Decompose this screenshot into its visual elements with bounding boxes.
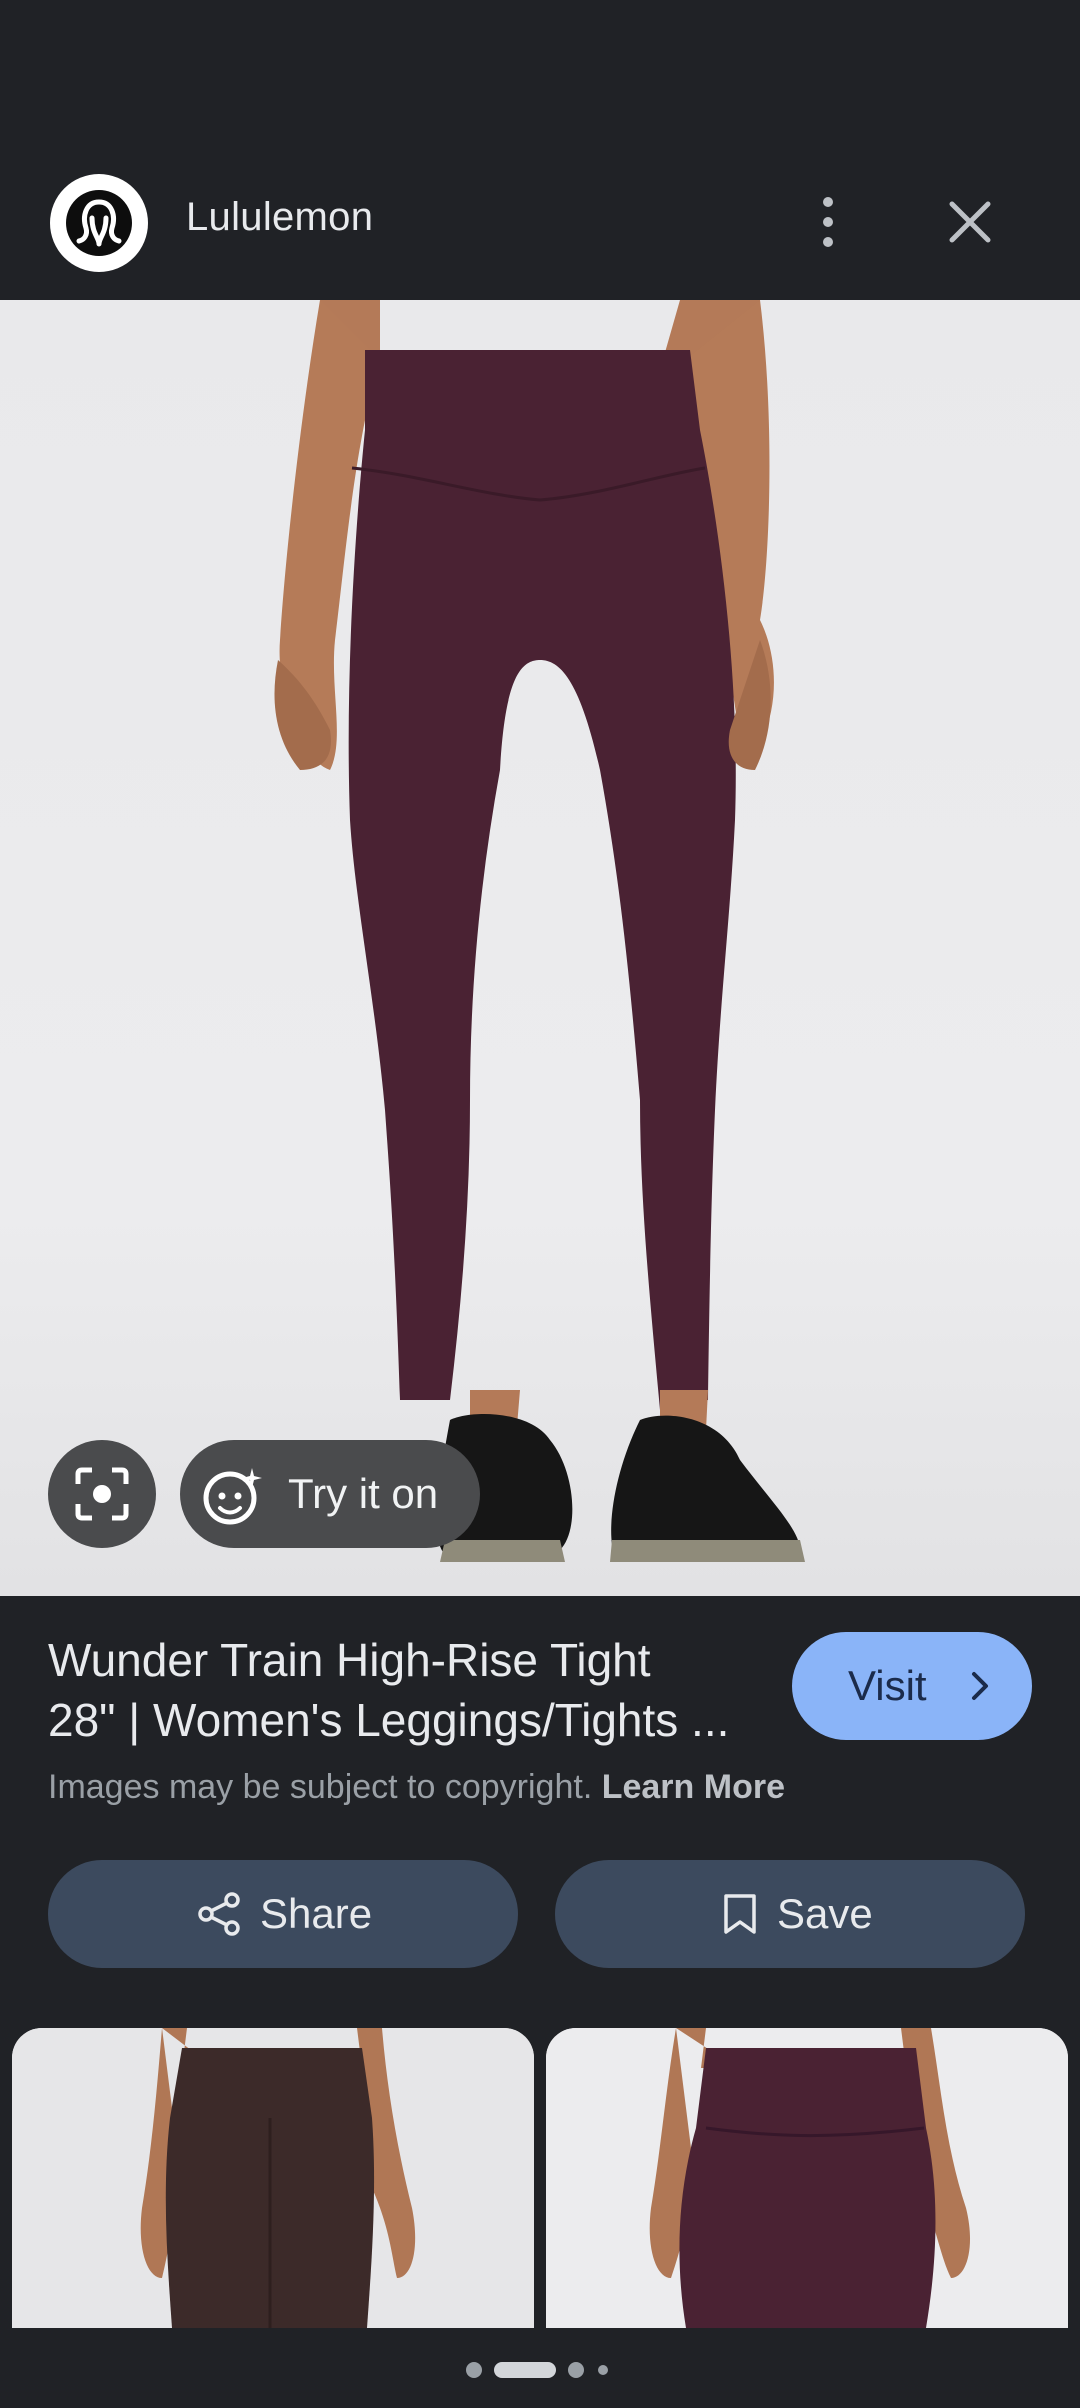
result-title[interactable]: Wunder Train High-Rise Tight 28" | Women… (48, 1630, 768, 1750)
status-bar (0, 0, 1080, 150)
page-dot (466, 2362, 482, 2378)
leggings-front-thumbnail (546, 2028, 1068, 2328)
share-label: Share (260, 1890, 373, 1937)
header: Lululemon (0, 150, 1080, 300)
more-vert-icon[interactable] (808, 192, 848, 252)
save-button[interactable]: Save (555, 1860, 1025, 1968)
share-button[interactable]: Share (48, 1860, 518, 1968)
lens-icon (75, 1467, 129, 1521)
share-icon (198, 1892, 240, 1936)
site-name[interactable]: Lululemon (186, 195, 373, 240)
bookmark-icon (724, 1894, 756, 1934)
learn-more-link[interactable]: Learn More (602, 1768, 785, 1806)
title-line-1: Wunder Train High-Rise Tight (48, 1634, 651, 1686)
page-dot (568, 2362, 584, 2378)
product-image[interactable]: Try it on (0, 300, 1080, 1596)
related-image-1[interactable] (12, 2028, 534, 2328)
copyright-notice: Images may be subject to copyright. Lear… (48, 1768, 785, 1807)
lens-button[interactable] (48, 1440, 156, 1548)
lululemon-logo-icon (50, 174, 148, 272)
title-line-2: 28" | Women's Leggings/Tights ... (48, 1694, 730, 1746)
visit-label: Visit (848, 1662, 927, 1709)
leggings-photo (274, 300, 805, 1562)
page-dot-active (494, 2362, 556, 2378)
visit-button[interactable]: Visit (792, 1632, 1032, 1740)
page-indicator (0, 2360, 1080, 2380)
sparkle-face-icon (203, 1468, 262, 1525)
close-icon[interactable] (940, 192, 1000, 252)
leggings-back-thumbnail (12, 2028, 534, 2328)
try-it-on-button[interactable]: Try it on (180, 1440, 480, 1548)
page-dot (598, 2365, 608, 2375)
copyright-text: Images may be subject to copyright. (48, 1768, 593, 1806)
related-image-2[interactable] (546, 2028, 1068, 2328)
try-it-on-label: Try it on (288, 1470, 439, 1517)
save-label: Save (777, 1890, 873, 1937)
chevron-right-icon (972, 1672, 988, 1700)
